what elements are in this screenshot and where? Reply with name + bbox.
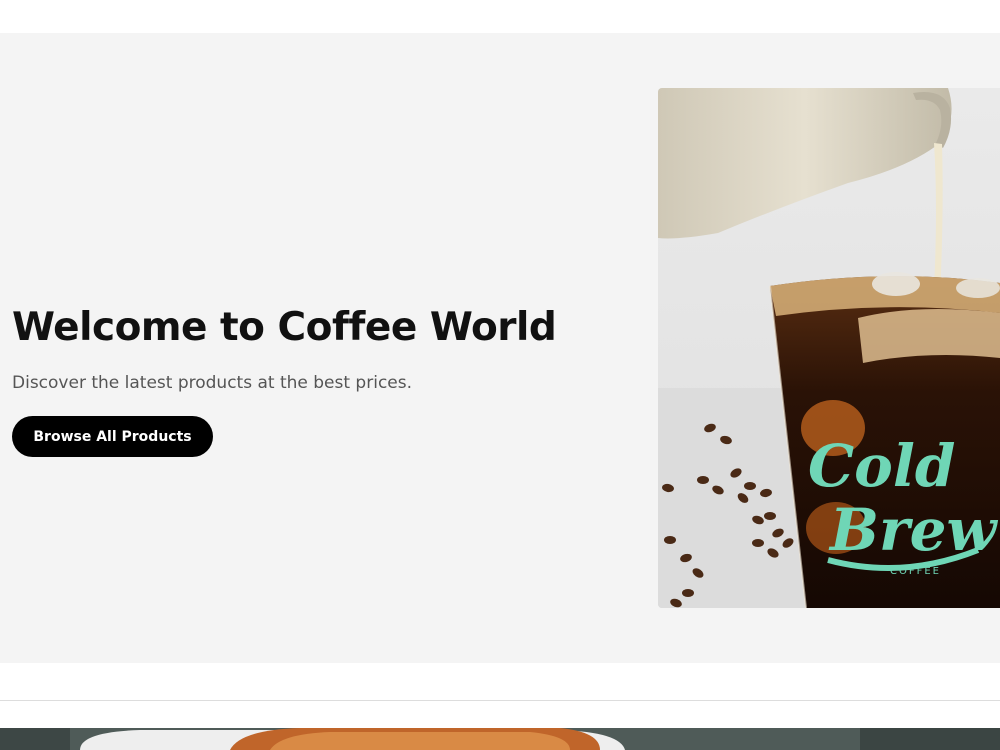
svg-text:Cold: Cold bbox=[808, 432, 955, 500]
hero-title: Welcome to Coffee World bbox=[12, 305, 557, 350]
browse-all-products-button[interactable]: Browse All Products bbox=[12, 416, 213, 457]
cold-brew-coffee-image: Cold Brew COFFEE bbox=[658, 88, 1000, 608]
svg-text:COFFEE: COFFEE bbox=[890, 566, 941, 577]
coffee-cup-banner-image bbox=[0, 728, 1000, 750]
hero-subtitle: Discover the latest products at the best… bbox=[12, 373, 413, 393]
section-divider bbox=[0, 700, 1000, 701]
